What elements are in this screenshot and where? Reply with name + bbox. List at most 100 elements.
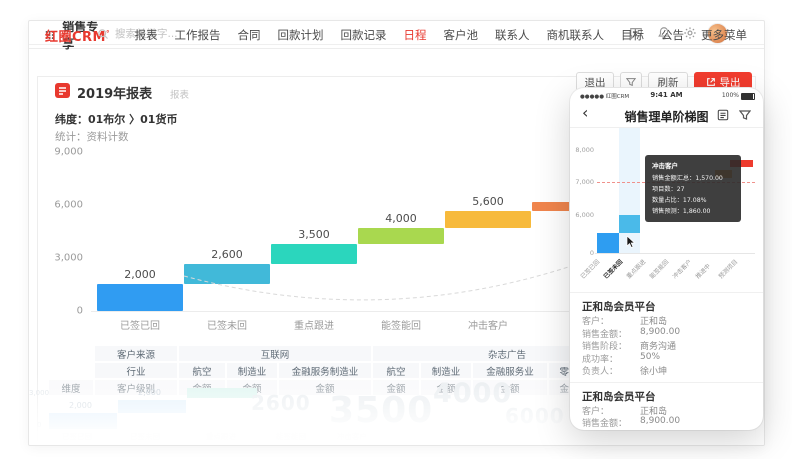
report-title: 2019年报表 [77, 83, 152, 102]
backdrop-big-number: 2600 [251, 391, 311, 415]
phone-funnel-icon[interactable] [739, 109, 751, 121]
report-tag: 报表 [170, 87, 189, 101]
card-title: 正和岛会员平台 [582, 389, 656, 404]
card-row-label: 负责人： [582, 364, 618, 377]
phone-title: 销售理单阶梯图 [624, 108, 708, 125]
y-axis-tick: 6,000 [39, 200, 83, 211]
y-axis-tick: 3,000 [39, 253, 83, 264]
backdrop-bar [187, 388, 257, 398]
mobile-panel: ●●●●● 红圈CRM 9:41 AM 100% ‹ 销售理单阶梯图 8,000… [570, 88, 763, 430]
nav-item-3[interactable]: 回款计划 [278, 27, 324, 43]
table-industry-cell: 航空 [373, 363, 419, 378]
phone-bar[interactable] [619, 215, 640, 233]
backdrop-bar [49, 413, 117, 429]
tooltip-row: 项目数：27 [652, 184, 734, 195]
card-row-value: 50% [640, 352, 660, 362]
phone-x-label[interactable]: 已签未回 [601, 257, 624, 280]
nav-item-11[interactable]: 更多菜单 [701, 27, 747, 43]
nav-item-7[interactable]: 联系人 [495, 27, 530, 43]
y-axis-tick: 0 [39, 306, 83, 317]
bar-value-label: 5,600 [445, 195, 531, 208]
phone-status-bar: ●●●●● 红圈CRM 9:41 AM 100% [570, 90, 763, 102]
table-metric-cell: 客户级别 [95, 380, 177, 395]
card-row-label: 销售阶段： [582, 339, 627, 352]
card-divider [570, 382, 763, 383]
nav-item-10[interactable]: 公告 [661, 27, 684, 43]
card-row-value: 徐小坤 [640, 364, 667, 377]
dimension-line: 纬度：01布尔 〉01货币 [55, 111, 177, 127]
chart-tooltip: 冲击客户 销售金额汇总：1,570.00项目数：27数量占比：17.08%销售预… [645, 155, 741, 222]
backdrop-x-label: 重点跟进 [206, 431, 236, 442]
waterfall-bar[interactable] [445, 211, 531, 228]
backdrop-big-number: 6000 [505, 404, 565, 428]
search-icon [97, 28, 109, 40]
backdrop-x-label: 能签能回 [276, 431, 306, 442]
report-icon [55, 83, 70, 98]
nav-item-0[interactable]: 报表 [135, 27, 158, 43]
card-row-label: 销售金额： [582, 416, 627, 429]
table-group-cell: 客户来源 [95, 346, 177, 361]
phone-x-label[interactable]: 重点跟进 [624, 257, 647, 280]
table-industry-cell: 制造业 [227, 363, 277, 378]
phone-x-label[interactable]: 推进中 [693, 261, 712, 280]
card-row-value: 8,900.00 [640, 416, 680, 426]
battery-icon [741, 93, 755, 100]
phone-ytick: 8,000 [572, 146, 594, 154]
phone-highlight-column [619, 128, 640, 253]
card-row-label: 客户： [582, 404, 609, 417]
back-icon[interactable]: ‹ [582, 103, 588, 123]
phone-x-label[interactable]: 冲击客户 [670, 257, 693, 280]
card-row-value: 8,900.00 [640, 327, 680, 337]
card-row-label: 销售金额： [582, 327, 627, 340]
nav-item-9[interactable]: 目标 [621, 27, 644, 43]
phone-baseline [595, 253, 755, 254]
nav-item-4[interactable]: 回款记录 [341, 27, 387, 43]
card-row-value: 正和岛 [640, 404, 667, 417]
backdrop-x-label: 已签已回 [62, 431, 92, 442]
phone-ytick: 0 [572, 249, 594, 257]
clock-label: 9:41 AM [650, 91, 682, 99]
card-row-label: 成功率： [582, 352, 618, 365]
card-row-value: 正和岛 [640, 314, 667, 327]
battery-label: 100% [722, 92, 739, 99]
phone-nav-bar: ‹ 销售理单阶梯图 [570, 102, 763, 128]
phone-x-label[interactable]: 预测项目 [716, 257, 739, 280]
backdrop-x-label: 冲击客户 [337, 431, 367, 442]
phone-x-label[interactable]: 能签能回 [647, 257, 670, 280]
bar-value-label: 4,000 [358, 212, 444, 225]
export-icon [706, 77, 716, 87]
list-view-icon[interactable] [717, 109, 729, 121]
nav-item-5[interactable]: 日程 [404, 27, 427, 43]
tooltip-row: 销售金额汇总：1,570.00 [652, 173, 734, 184]
table-industry-cell: 金融服务业 [473, 363, 547, 378]
backdrop-bar [118, 400, 186, 413]
nav-item-8[interactable]: 商机联系人 [547, 27, 605, 43]
backdrop-big-number: 3500 [329, 390, 433, 431]
y-axis-tick: 9,000 [39, 147, 83, 158]
table-industry-cell: 航空 [179, 363, 225, 378]
phone-x-label[interactable]: 已签已回 [578, 257, 601, 280]
phone-ytick: 6,000 [572, 211, 594, 219]
backdrop-bar-label: 2,000 [69, 401, 92, 410]
nav-item-1[interactable]: 工作报告 [175, 27, 221, 43]
nav-item-6[interactable]: 客户池 [444, 27, 479, 43]
nav-item-2[interactable]: 合同 [238, 27, 261, 43]
table-metric-cell: 维度 [49, 380, 93, 395]
phone-bar[interactable] [597, 233, 619, 253]
table-industry-cell: 制造业 [421, 363, 471, 378]
backdrop-big-number: 4000 [433, 378, 512, 409]
backdrop-bar-label: 2,600 [138, 388, 161, 397]
backdrop-ytick: 0 [37, 421, 41, 429]
stat-line: 统计：资料计数 [55, 129, 129, 144]
card-row-label: 客户： [582, 314, 609, 327]
tooltip-row: 数量占比：17.08% [652, 195, 734, 206]
tooltip-title: 冲击客户 [652, 160, 734, 170]
table-industry-cell: 行业 [95, 363, 177, 378]
gear-icon[interactable] [683, 26, 697, 40]
backdrop-ytick: 3,000 [29, 389, 49, 397]
card-row-value: 商务沟通 [640, 339, 676, 352]
carrier-label: ●●●●● 红圈CRM [580, 92, 629, 100]
funnel-icon [626, 77, 636, 87]
tooltip-row: 销售预测：1,860.00 [652, 206, 734, 217]
card-title: 正和岛会员平台 [582, 299, 656, 314]
